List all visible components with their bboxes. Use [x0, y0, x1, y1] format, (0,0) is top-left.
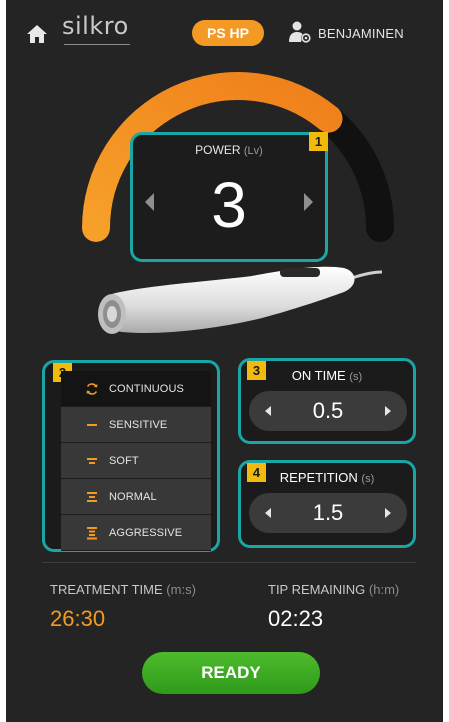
repetition-unit: (s) — [361, 473, 375, 485]
repetition-increase-icon[interactable] — [385, 508, 391, 518]
user-name: BENJAMINEN — [318, 26, 404, 41]
on-time-label: ON TIME — [291, 368, 346, 383]
repetition-panel: 4 REPETITION (s) 1.5 — [238, 460, 416, 548]
one-bar-icon — [87, 424, 97, 426]
mode-panel: 2 CONTINUOUS SENSITIVE — [42, 360, 220, 552]
on-time-stepper[interactable]: 0.5 — [249, 391, 407, 431]
power-label: POWER — [195, 143, 241, 157]
on-time-value: 0.5 — [312, 398, 344, 423]
tip-remaining-value: 02:23 — [268, 606, 324, 631]
on-time-panel: 3 ON TIME (s) 0.5 — [238, 358, 416, 444]
mode-item-sensitive[interactable]: SENSITIVE — [61, 407, 211, 443]
repetition-stepper[interactable]: 1.5 — [249, 493, 407, 533]
on-time-unit: (s) — [349, 371, 363, 383]
mode-item-soft[interactable]: SOFT — [61, 443, 211, 479]
handpiece-mode-button[interactable]: PS HP — [192, 20, 264, 46]
mode-item-continuous[interactable]: CONTINUOUS — [61, 371, 211, 407]
mode-item-normal[interactable]: NORMAL — [61, 479, 211, 515]
on-time-title: ON TIME (s) — [241, 368, 413, 383]
logo-underline — [64, 44, 130, 45]
divider — [42, 562, 416, 563]
treatment-time-label: TREATMENT TIME — [50, 582, 163, 597]
mode-label: NORMAL — [109, 491, 157, 503]
two-bars-icon — [87, 458, 97, 464]
tip-remaining-unit: (h:m) — [368, 582, 400, 597]
power-value: 3 — [211, 169, 247, 241]
mode-label: CONTINUOUS — [109, 383, 184, 395]
home-icon[interactable] — [26, 24, 48, 44]
power-decrease-icon[interactable] — [145, 193, 154, 211]
three-bars-icon — [87, 492, 97, 502]
treatment-time-value: 26:30 — [50, 606, 106, 631]
power-unit: (Lv) — [243, 145, 263, 157]
on-time-decrease-icon[interactable] — [265, 406, 271, 416]
device-screen: silkro PS HP BENJAMINEN 1 POWER (Lv) 3 C… — [6, 0, 443, 722]
repetition-decrease-icon[interactable] — [265, 508, 271, 518]
power-title: POWER (Lv) — [133, 143, 325, 157]
four-bars-icon — [87, 527, 97, 540]
tip-remaining-title: TIP REMAINING (h:m) — [268, 582, 399, 597]
mode-label: AGGRESSIVE — [109, 527, 183, 539]
tip-remaining-label: TIP REMAINING — [268, 582, 366, 597]
brand-logo: silkro — [62, 12, 129, 40]
power-panel: 1 POWER (Lv) 3 — [130, 132, 328, 262]
repetition-title: REPETITION (s) — [241, 470, 413, 485]
header: silkro PS HP BENJAMINEN — [6, 0, 443, 62]
treatment-time-title: TREATMENT TIME (m:s) — [50, 582, 196, 597]
user-settings-icon[interactable] — [288, 20, 312, 44]
repetition-label: REPETITION — [279, 470, 358, 485]
handpiece-image — [98, 266, 382, 334]
treatment-time-unit: (m:s) — [166, 582, 196, 597]
ready-button[interactable]: READY — [142, 652, 320, 694]
mode-label: SOFT — [109, 455, 139, 467]
mode-label: SENSITIVE — [109, 419, 168, 431]
mode-list: CONTINUOUS SENSITIVE SOFT NORMAL AGGRESS… — [61, 371, 211, 551]
mode-item-aggressive[interactable]: AGGRESSIVE — [61, 515, 211, 551]
on-time-increase-icon[interactable] — [385, 406, 391, 416]
power-increase-icon[interactable] — [304, 193, 313, 211]
repetition-value: 1.5 — [312, 500, 344, 525]
refresh-icon — [86, 383, 98, 395]
